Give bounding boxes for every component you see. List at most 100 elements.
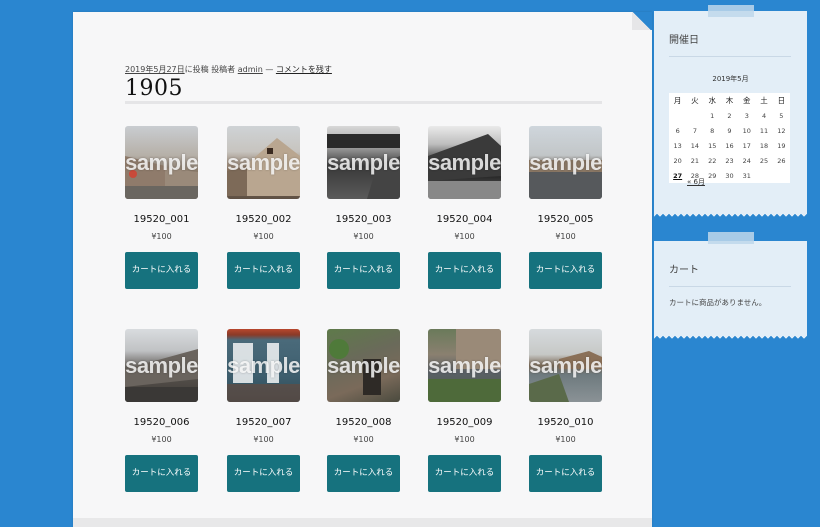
weekday-label: 月 [673,96,682,105]
widget-zigzag-edge [654,333,807,339]
weekday-label: 火 [691,96,699,105]
calendar-day: 31 [742,171,751,180]
calendar-day: 22 [708,156,717,165]
calendar-widget-title: 開催日 [669,35,699,46]
posted-on-label: に投稿 [184,65,209,74]
calendar-day: 7 [692,126,697,135]
content-footer-strip [73,518,652,527]
product-image[interactable]: sample [428,329,501,402]
add-to-cart-button[interactable]: カートに入れる [227,455,300,492]
product-image[interactable]: sample [327,329,400,402]
product-image[interactable]: sample [125,329,198,402]
calendar-day: 19 [777,141,786,150]
add-to-cart-button[interactable]: カートに入れる [529,252,602,289]
cart-widget-title: カート [669,265,699,276]
weekday-label: 金 [743,96,751,105]
sample-watermark: sample [227,150,300,175]
product-name[interactable]: 19520_007 [227,416,300,430]
post-date-link[interactable]: 2019年5月27日 [125,65,185,74]
product-card: sample 19520_001 ¥100 カートに入れる [125,126,198,289]
weekday-label: 土 [760,96,768,105]
product-card: sample 19520_010 ¥100 カートに入れる [529,329,602,492]
product-name[interactable]: 19520_009 [428,416,501,430]
calendar-day: 4 [761,111,767,120]
calendar-week-row: 20 21 22 23 24 25 26 [669,153,790,168]
add-to-cart-button[interactable]: カートに入れる [125,252,198,289]
add-to-cart-button[interactable]: カートに入れる [428,252,501,289]
sample-watermark: sample [125,150,198,175]
calendar-day: 21 [690,156,700,165]
product-card: sample 19520_003 ¥100 カートに入れる [327,126,400,289]
title-divider [125,101,602,104]
calendar-prev-month-link[interactable]: « 6月 [687,177,705,187]
sample-watermark: sample [428,150,501,175]
product-price: ¥100 [253,232,274,241]
product-price: ¥100 [555,232,576,241]
widget-divider [669,56,791,57]
sample-watermark: sample [529,150,602,175]
product-price: ¥100 [555,435,576,444]
product-card: sample 19520_004 ¥100 カートに入れる [428,126,501,289]
calendar-week-row: 6 7 8 9 10 11 12 [669,123,790,138]
calendar-day: 17 [742,141,751,150]
calendar-day [686,108,703,123]
product-card: sample 19520_002 ¥100 カートに入れる [227,126,300,289]
add-to-cart-button[interactable]: カートに入れる [327,252,400,289]
weekday-label: 水 [708,96,716,105]
add-to-cart-button[interactable]: カートに入れる [327,455,400,492]
product-name[interactable]: 19520_002 [227,213,300,227]
product-card: sample 19520_007 ¥100 カートに入れる [227,329,300,492]
product-image[interactable]: sample [327,126,400,199]
product-price: ¥100 [454,435,475,444]
calendar-day: 11 [759,126,769,135]
add-to-cart-button[interactable]: カートに入れる [529,455,602,492]
author-link[interactable]: admin [238,65,263,74]
calendar-day: 3 [744,111,749,120]
calendar-day: 30 [725,171,734,180]
weekday-label: 日 [777,96,786,105]
add-to-cart-button[interactable]: カートに入れる [227,252,300,289]
product-image[interactable]: sample [428,126,501,199]
post-meta: 2019年5月27日に投稿 投稿者 admin — コメントを残す [125,64,332,75]
product-price: ¥100 [151,232,172,241]
sample-watermark: sample [227,353,300,378]
product-name[interactable]: 19520_010 [529,416,602,430]
calendar-day: 26 [777,156,786,165]
product-image[interactable]: sample [529,329,602,402]
calendar-day: 29 [708,171,717,180]
calendar-week-row: 1 2 3 4 5 [669,108,790,123]
calendar-day: 13 [673,141,682,150]
product-name[interactable]: 19520_008 [327,416,400,430]
product-name[interactable]: 19520_006 [125,416,198,430]
product-name[interactable]: 19520_003 [327,213,400,227]
product-image[interactable]: sample [227,126,300,199]
calendar-widget: 開催日 2019年5月 月 火 水 木 金 土 日 1 2 3 4 5 6 7 … [654,5,807,211]
product-card: sample 19520_009 ¥100 カートに入れる [428,329,501,492]
product-name[interactable]: 19520_005 [529,213,602,227]
leave-comment-link[interactable]: コメントを残す [276,65,332,74]
cart-widget: カート カートに商品がありません。 [654,232,807,333]
calendar-caption: 2019年5月 [712,75,749,83]
page-corner-fold [632,12,652,30]
calendar-day: 9 [727,126,732,135]
product-card: sample 19520_005 ¥100 カートに入れる [529,126,602,289]
calendar-day-today[interactable]: 27 [669,168,686,183]
product-image[interactable]: sample [125,126,198,199]
product-name[interactable]: 19520_001 [125,213,198,227]
meta-separator: — [265,65,274,74]
calendar-week-row: 13 14 15 16 17 18 19 [669,138,790,153]
add-to-cart-button[interactable]: カートに入れる [428,455,501,492]
product-image[interactable]: sample [529,126,602,199]
product-image[interactable]: sample [227,329,300,402]
sample-watermark: sample [327,353,400,378]
add-to-cart-button[interactable]: カートに入れる [125,455,198,492]
product-price: ¥100 [454,232,475,241]
tape-decoration [708,232,754,244]
calendar-day [755,168,772,183]
calendar-day: 15 [708,141,717,150]
calendar-day: 8 [710,126,715,135]
product-name[interactable]: 19520_004 [428,213,501,227]
product-price: ¥100 [151,435,172,444]
sample-watermark: sample [327,150,400,175]
calendar-day [773,168,790,183]
